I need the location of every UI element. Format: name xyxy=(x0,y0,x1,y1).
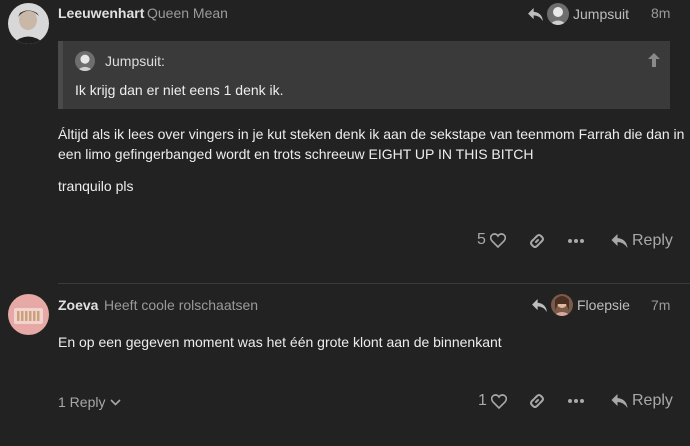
username[interactable]: Zoeva xyxy=(58,297,98,313)
quote-author: Jumpsuit: xyxy=(105,53,165,69)
quote-text: Ik krijg dan er niet eens 1 denk ik. xyxy=(75,82,284,98)
reply-to-username: Floepsie xyxy=(577,297,630,313)
post-body-line: Áltijd als ik lees over vingers in je ku… xyxy=(58,126,685,142)
ellipsis-icon xyxy=(568,399,584,403)
reply-arrow-icon xyxy=(532,298,547,312)
reply-button[interactable]: Reply xyxy=(611,232,673,250)
show-replies-button[interactable]: 1 Reply xyxy=(58,394,122,410)
post-time[interactable]: 8m xyxy=(651,5,670,21)
user-title: Heeft coole rolschaatsen xyxy=(104,297,259,313)
post-time[interactable]: 7m xyxy=(651,297,670,313)
more-button[interactable] xyxy=(568,399,584,403)
copy-link-button[interactable] xyxy=(529,233,545,249)
post-1: Leeuwenhart Queen Mean Jumpsuit 8m Jumps… xyxy=(0,0,690,282)
user-title: Queen Mean xyxy=(147,5,228,21)
post-body-line: tranquilo pls xyxy=(58,178,134,194)
like-count: 1 xyxy=(478,392,487,409)
more-button[interactable] xyxy=(568,239,584,243)
like-button[interactable]: 1 xyxy=(478,392,507,410)
reply-to-indicator[interactable]: Jumpsuit xyxy=(528,3,629,25)
chevron-down-icon xyxy=(110,398,122,406)
reply-label: Reply xyxy=(632,232,673,249)
link-icon xyxy=(530,234,544,248)
link-icon xyxy=(530,394,544,408)
ellipsis-icon xyxy=(568,239,584,243)
reply-to-indicator[interactable]: Floepsie xyxy=(532,294,630,316)
reply-to-avatar xyxy=(551,294,573,316)
avatar[interactable] xyxy=(8,3,49,44)
post-body-line: een limo gefingerbanged wordt en trots s… xyxy=(58,146,534,162)
arrow-up-icon[interactable] xyxy=(648,53,660,70)
avatar[interactable] xyxy=(8,294,49,335)
reply-to-avatar xyxy=(547,3,569,25)
reply-icon xyxy=(611,394,628,408)
quote-avatar xyxy=(75,51,95,71)
heart-icon xyxy=(489,232,506,248)
reply-button[interactable]: Reply xyxy=(611,392,673,410)
reply-to-username: Jumpsuit xyxy=(573,6,630,22)
copy-link-button[interactable] xyxy=(529,393,545,409)
replies-count-label: 1 Reply xyxy=(58,394,106,410)
reply-icon xyxy=(611,234,628,248)
post-2: Zoeva Heeft coole rolschaatsen Floepsie … xyxy=(0,284,690,446)
like-count: 5 xyxy=(477,231,486,248)
username[interactable]: Leeuwenhart xyxy=(58,5,144,21)
quote-block: Jumpsuit: Ik krijg dan er niet eens 1 de… xyxy=(58,41,670,109)
heart-icon xyxy=(490,393,507,409)
post-body: En op een gegeven moment was het één gro… xyxy=(58,334,502,350)
post-body: Áltijd als ik lees over vingers in je ku… xyxy=(58,124,684,196)
like-button[interactable]: 5 xyxy=(477,231,506,249)
reply-label: Reply xyxy=(632,392,673,409)
quote-header[interactable]: Jumpsuit: xyxy=(75,51,165,71)
reply-arrow-icon xyxy=(528,7,543,21)
